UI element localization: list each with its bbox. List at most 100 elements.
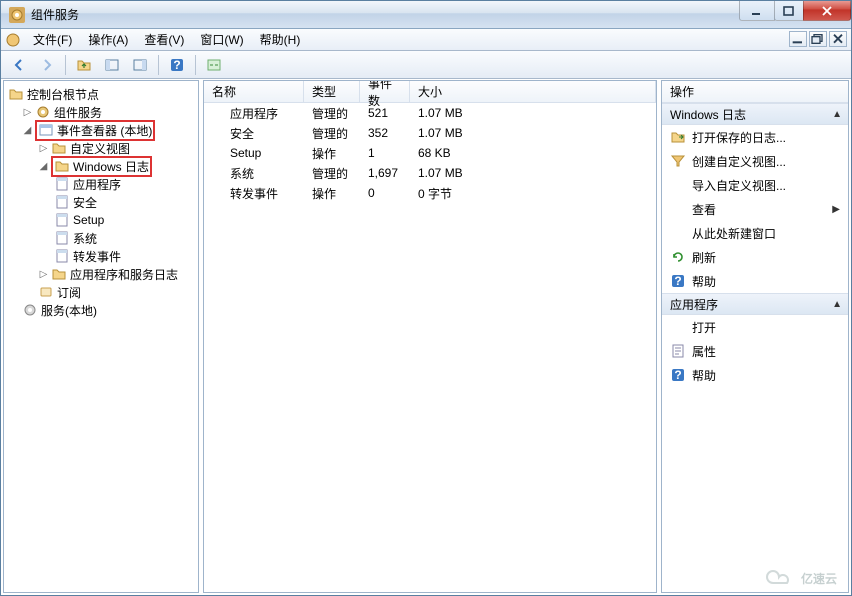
- properties-icon: [670, 343, 686, 359]
- open-folder-icon: [670, 129, 686, 145]
- col-count[interactable]: 事件数: [360, 81, 410, 102]
- svg-text:?: ?: [674, 274, 681, 288]
- action-import-custom[interactable]: 导入自定义视图...: [662, 173, 848, 197]
- extra-button[interactable]: [202, 54, 226, 76]
- list-row[interactable]: 系统管理的1,6971.07 MB: [204, 163, 656, 183]
- close-button[interactable]: [803, 1, 851, 21]
- action-label: 从此处新建窗口: [692, 225, 776, 242]
- forward-button[interactable]: [35, 54, 59, 76]
- action-open-saved[interactable]: 打开保存的日志...: [662, 125, 848, 149]
- collapse-icon[interactable]: ◢: [22, 125, 33, 136]
- tree-label: 事件查看器 (本地): [57, 122, 152, 139]
- tree-log-forwarded[interactable]: 转发事件: [6, 247, 196, 265]
- maximize-button[interactable]: [774, 1, 804, 21]
- collapse-icon[interactable]: ◢: [38, 161, 49, 172]
- tree-label: Windows 日志: [73, 158, 149, 175]
- minimize-button[interactable]: [739, 1, 775, 21]
- cell-type: 管理的: [304, 105, 360, 122]
- toolbar: ?: [1, 51, 851, 79]
- help-icon: ?: [670, 273, 686, 289]
- action-help[interactable]: ? 帮助: [662, 269, 848, 293]
- svg-text:?: ?: [674, 368, 681, 382]
- list-row[interactable]: 转发事件操作00 字节: [204, 183, 656, 203]
- action-help2[interactable]: ? 帮助: [662, 363, 848, 387]
- action-refresh[interactable]: 刷新: [662, 245, 848, 269]
- tree-label: 应用程序: [73, 176, 121, 193]
- actions-panel: 操作 Windows 日志 ▲ 打开保存的日志... 创建自定义视图... 导入…: [661, 80, 849, 593]
- mdi-close-button[interactable]: [829, 31, 847, 47]
- help-button[interactable]: ?: [165, 54, 189, 76]
- cell-count: 1,697: [360, 166, 410, 180]
- mdi-minimize-button[interactable]: [789, 31, 807, 47]
- menu-action[interactable]: 操作(A): [80, 29, 136, 50]
- help-icon: ?: [670, 367, 686, 383]
- show-hide-tree-button[interactable]: [100, 54, 124, 76]
- cell-size: 1.07 MB: [410, 166, 490, 180]
- action-view[interactable]: 查看 ▶: [662, 197, 848, 221]
- list-header: 名称 类型 事件数 大小: [204, 81, 656, 103]
- cell-name: 安全: [222, 125, 304, 142]
- tree-subscriptions[interactable]: 订阅: [6, 283, 196, 301]
- menubar: 文件(F) 操作(A) 查看(V) 窗口(W) 帮助(H): [1, 29, 851, 51]
- tree-services[interactable]: 服务(本地): [6, 301, 196, 319]
- menubar-icon: [5, 32, 21, 48]
- list-body: 应用程序管理的5211.07 MB安全管理的3521.07 MBSetup操作1…: [204, 103, 656, 592]
- blank-icon: [670, 225, 686, 241]
- tree-custom-views[interactable]: ▷ 自定义视图: [6, 139, 196, 157]
- action-properties[interactable]: 属性: [662, 339, 848, 363]
- action-create-custom[interactable]: 创建自定义视图...: [662, 149, 848, 173]
- folder-icon: [54, 158, 70, 174]
- blank-icon: [670, 177, 686, 193]
- cell-size: 68 KB: [410, 146, 490, 160]
- tree-app-service-logs[interactable]: ▷ 应用程序和服务日志: [6, 265, 196, 283]
- menu-help[interactable]: 帮助(H): [252, 29, 309, 50]
- tree-label: 系统: [73, 230, 97, 247]
- tree-log-application[interactable]: 应用程序: [6, 175, 196, 193]
- expand-icon[interactable]: ▷: [38, 143, 49, 154]
- tree-label: 组件服务: [54, 104, 102, 121]
- tree-log-security[interactable]: 安全: [6, 193, 196, 211]
- section-application[interactable]: 应用程序 ▲: [662, 293, 848, 315]
- cell-type: 操作: [304, 185, 360, 202]
- mdi-restore-button[interactable]: [809, 31, 827, 47]
- cell-name: Setup: [222, 146, 304, 160]
- tree-root[interactable]: 控制台根节点: [6, 85, 196, 103]
- tree-log-setup[interactable]: Setup: [6, 211, 196, 229]
- tree-label: 服务(本地): [41, 302, 97, 319]
- log-icon: [54, 176, 70, 192]
- collapse-icon[interactable]: ▲: [832, 109, 842, 120]
- titlebar: 组件服务: [1, 1, 851, 29]
- menu-file[interactable]: 文件(F): [25, 29, 80, 50]
- expand-icon[interactable]: ▷: [38, 269, 49, 280]
- tree-event-viewer[interactable]: ◢ 事件查看器 (本地): [6, 121, 196, 139]
- section-title: 应用程序: [670, 296, 718, 313]
- section-windows-logs[interactable]: Windows 日志 ▲: [662, 103, 848, 125]
- log-icon: [54, 248, 70, 264]
- back-button[interactable]: [7, 54, 31, 76]
- menu-view[interactable]: 查看(V): [136, 29, 192, 50]
- action-new-window[interactable]: 从此处新建窗口: [662, 221, 848, 245]
- col-type[interactable]: 类型: [304, 81, 360, 102]
- menu-window[interactable]: 窗口(W): [192, 29, 251, 50]
- collapse-icon[interactable]: ▲: [832, 299, 842, 310]
- list-row[interactable]: 应用程序管理的5211.07 MB: [204, 103, 656, 123]
- col-size[interactable]: 大小: [410, 81, 656, 102]
- expand-icon[interactable]: ▷: [22, 107, 33, 118]
- action-label: 属性: [692, 343, 716, 360]
- list-row[interactable]: Setup操作168 KB: [204, 143, 656, 163]
- action-label: 打开: [692, 319, 716, 336]
- tree-component-services[interactable]: ▷ 组件服务: [6, 103, 196, 121]
- refresh-icon: [670, 249, 686, 265]
- action-open[interactable]: 打开: [662, 315, 848, 339]
- tree-label: 自定义视图: [70, 140, 130, 157]
- folder-icon: [51, 266, 67, 282]
- show-hide-action-button[interactable]: [128, 54, 152, 76]
- action-label: 创建自定义视图...: [692, 153, 786, 170]
- cell-size: 1.07 MB: [410, 106, 490, 120]
- action-label: 帮助: [692, 273, 716, 290]
- tree-windows-logs[interactable]: ◢ Windows 日志: [6, 157, 196, 175]
- list-row[interactable]: 安全管理的3521.07 MB: [204, 123, 656, 143]
- col-name[interactable]: 名称: [204, 81, 304, 102]
- up-folder-button[interactable]: [72, 54, 96, 76]
- tree-log-system[interactable]: 系统: [6, 229, 196, 247]
